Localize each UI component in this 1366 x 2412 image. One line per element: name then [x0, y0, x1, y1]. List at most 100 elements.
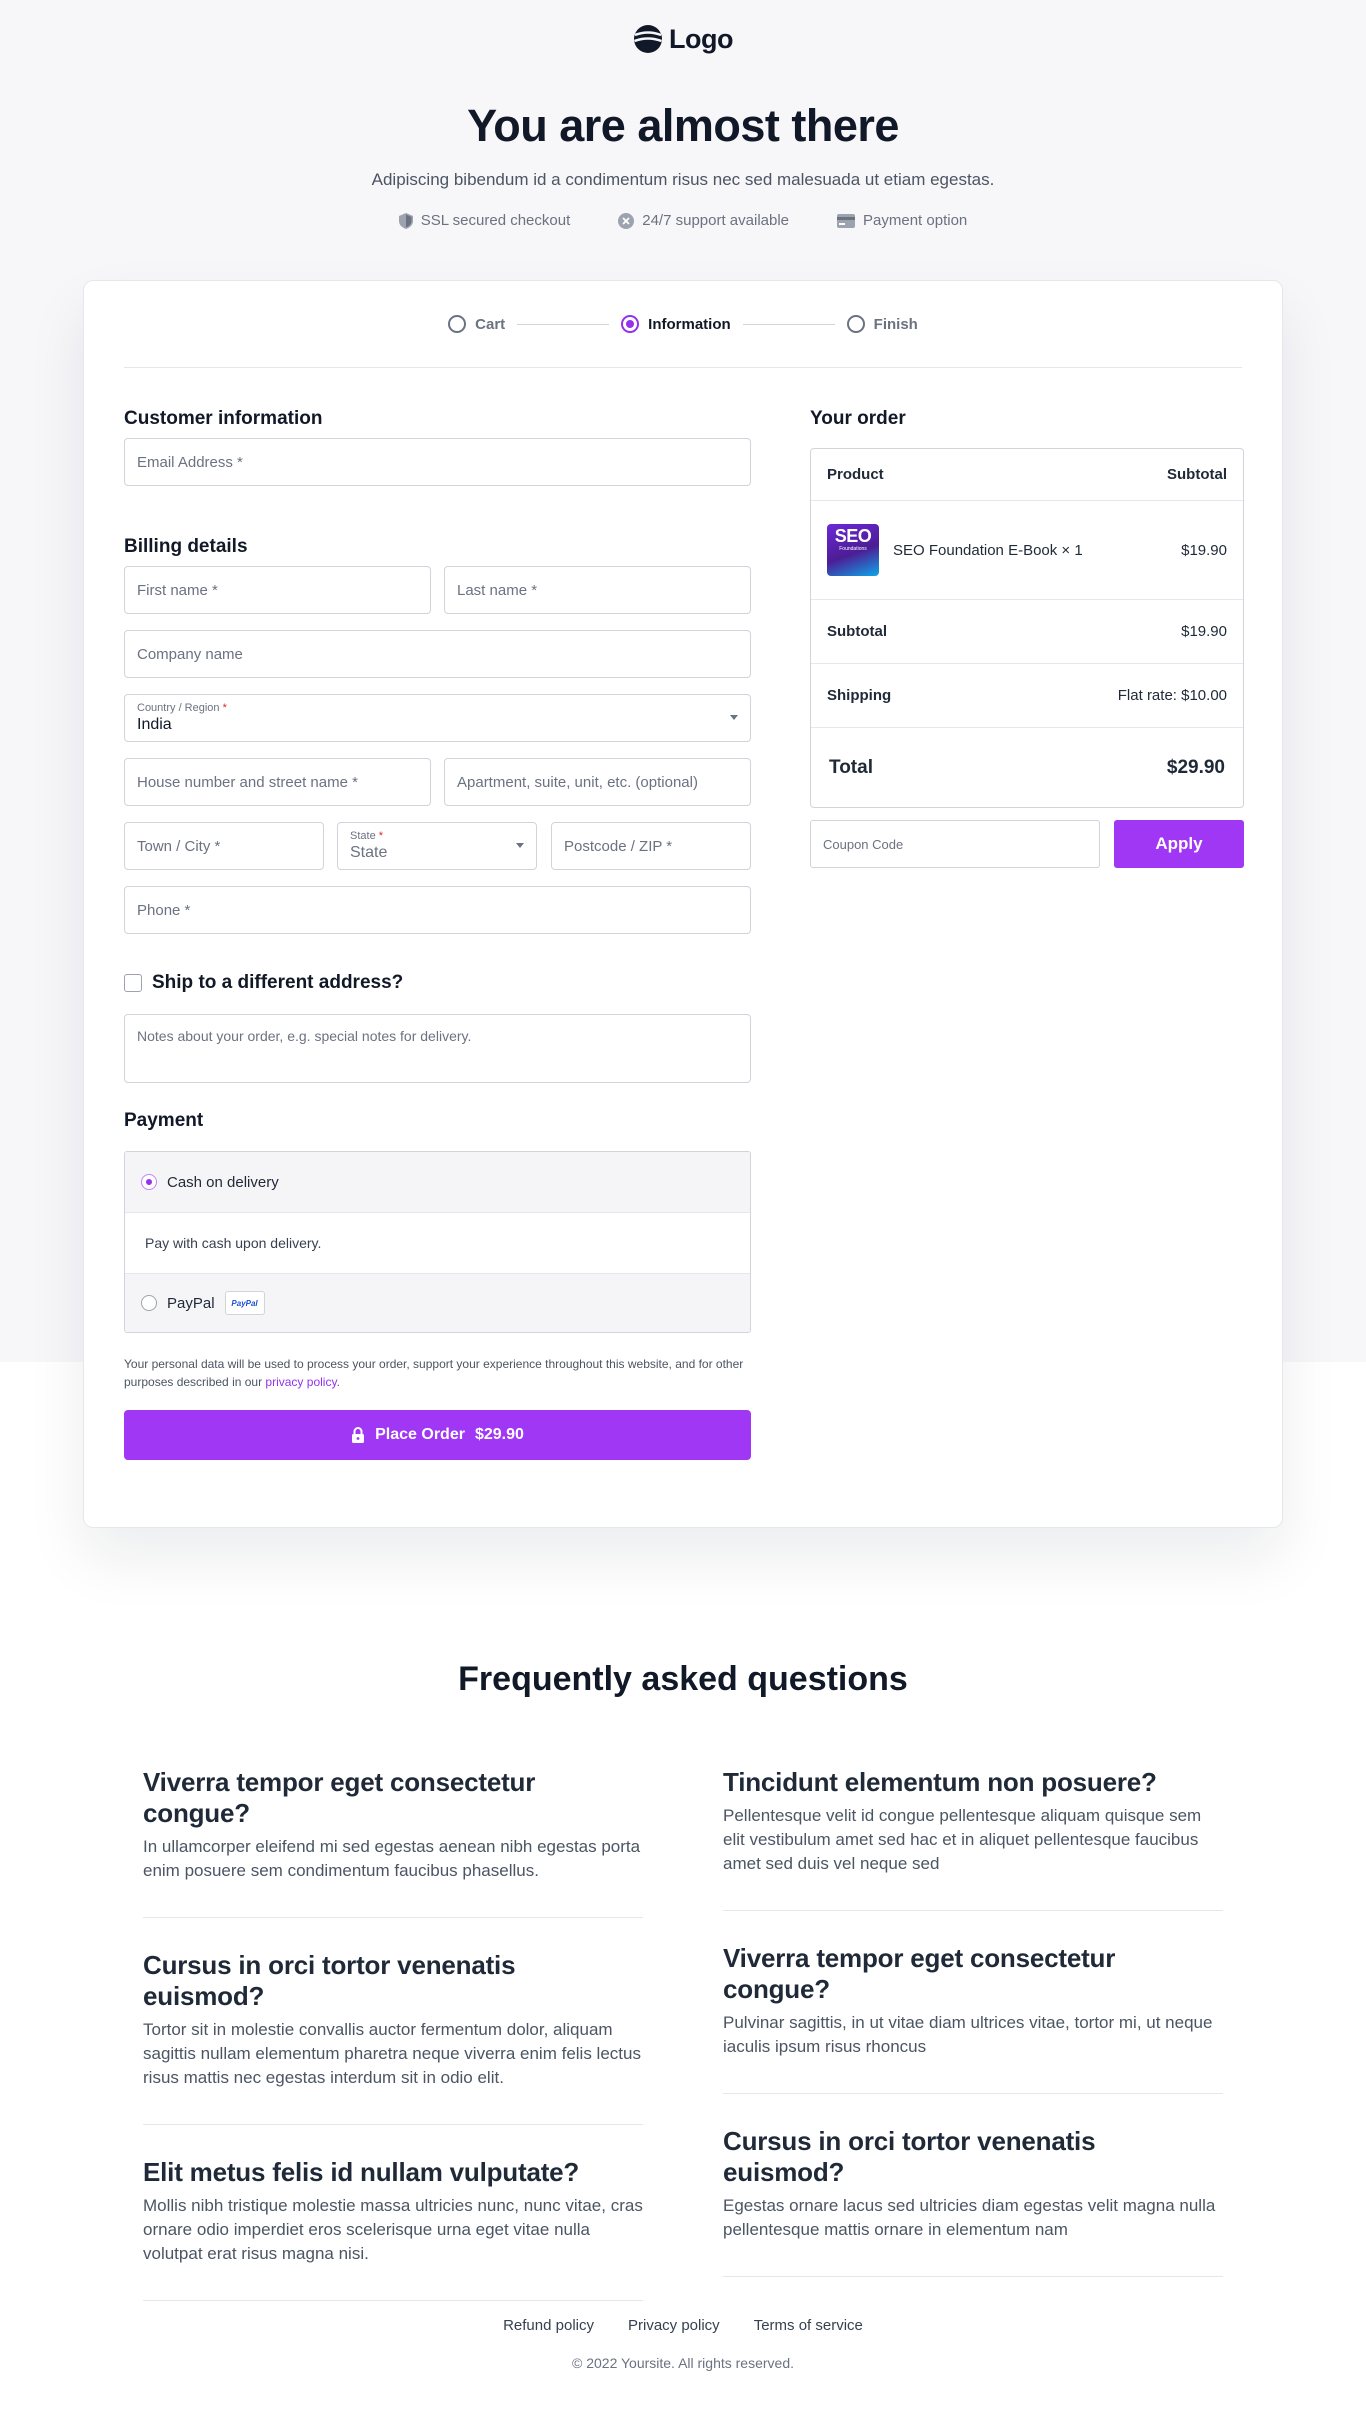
- faq-item[interactable]: Cursus in orci tortor venenatis euismod?…: [723, 2126, 1223, 2277]
- footer-link-privacy[interactable]: Privacy policy: [628, 2317, 720, 2334]
- step-finish[interactable]: Finish: [846, 315, 918, 333]
- faq-answer: In ullamcorper eleifend mi sed egestas a…: [143, 1837, 641, 1880]
- place-order-amount: $29.90: [474, 1426, 524, 1443]
- shipping-label: Shipping: [827, 687, 892, 704]
- payment-cod-option[interactable]: Cash on delivery: [125, 1152, 750, 1213]
- faq-item[interactable]: Viverra tempor eget consectetur congue? …: [723, 1943, 1223, 2094]
- country-value: India: [137, 716, 172, 733]
- chevron-down-icon: [516, 843, 524, 848]
- trust-ssl-label: SSL secured checkout: [420, 212, 571, 229]
- state-label-wrap: State *: [350, 830, 383, 842]
- step-information-circle-icon: [621, 315, 640, 333]
- subtotal-value: $19.90: [1181, 623, 1227, 640]
- apply-coupon-button[interactable]: Apply: [1114, 820, 1244, 868]
- your-order-title: Your order: [810, 408, 906, 429]
- privacy-end: .: [336, 1375, 340, 1389]
- lock-icon: [352, 1427, 365, 1443]
- country-select[interactable]: Country / Region * India: [124, 694, 751, 742]
- ship-different-row[interactable]: Ship to a different address?: [124, 972, 403, 994]
- step-cart-label: Cart: [475, 315, 506, 333]
- street-field[interactable]: House number and street name *: [124, 758, 431, 806]
- faq-question: Elit metus felis id nullam vulputate?: [143, 2157, 580, 2187]
- faq-column-right: Tincidunt elementum non posuere? Pellent…: [723, 1767, 1223, 2309]
- order-summary-table: Product Subtotal SEO Foundations SEO Fou…: [810, 448, 1244, 808]
- state-label: State: [350, 830, 376, 842]
- place-order-button[interactable]: Place Order $29.90: [124, 1410, 751, 1460]
- faq-question: Viverra tempor eget consectetur congue?: [143, 1767, 536, 1828]
- faq-title: Frequently asked questions: [458, 1660, 908, 1698]
- step-cart-circle-icon: [448, 315, 467, 333]
- page-title: You are almost there: [467, 100, 899, 151]
- country-label-wrap: Country / Region *: [137, 702, 227, 714]
- faq-answer: Pellentesque velit id congue pellentesqu…: [723, 1806, 1202, 1873]
- state-select[interactable]: State * State: [337, 822, 537, 870]
- ship-different-checkbox[interactable]: [124, 974, 142, 992]
- order-shipping-row: Shipping Flat rate: $10.00: [811, 664, 1243, 728]
- logo-text: Logo: [669, 23, 733, 54]
- step-divider: [517, 323, 610, 325]
- trust-ssl: SSL secured checkout: [398, 212, 571, 229]
- last-name-placeholder: Last name *: [457, 581, 538, 599]
- product-price: $19.90: [1181, 541, 1227, 559]
- product-thumb-sub: Foundations: [839, 546, 867, 552]
- page-subtitle: Adipiscing bibendum id a condimentum ris…: [371, 170, 995, 189]
- faq-question: Cursus in orci tortor venenatis euismod?: [143, 1950, 516, 2011]
- coupon-input[interactable]: Coupon Code: [810, 820, 1100, 868]
- state-value: State: [350, 844, 388, 861]
- chevron-down-icon: [730, 715, 738, 720]
- logo[interactable]: Logo: [633, 24, 733, 55]
- faq-question: Viverra tempor eget consectetur congue?: [723, 1943, 1116, 2004]
- faq-item[interactable]: Elit metus felis id nullam vulputate? Mo…: [143, 2157, 643, 2301]
- payment-title: Payment: [124, 1110, 204, 1131]
- trust-support: 24/7 support available: [618, 212, 789, 229]
- privacy-policy-link[interactable]: privacy policy: [265, 1375, 336, 1389]
- step-information[interactable]: Information: [621, 315, 731, 333]
- street-placeholder: House number and street name *: [137, 773, 358, 791]
- first-name-field[interactable]: First name *: [124, 566, 431, 614]
- footer-link-refund[interactable]: Refund policy: [503, 2317, 594, 2334]
- required-mark: *: [222, 702, 227, 714]
- order-col-subtotal: Subtotal: [1167, 466, 1227, 483]
- step-cart[interactable]: Cart: [448, 315, 505, 333]
- faq-answer: Egestas ornare lacus sed ultricies diam …: [723, 2196, 1216, 2239]
- cod-radio[interactable]: [141, 1174, 157, 1190]
- faq-question: Cursus in orci tortor venenatis euismod?: [723, 2126, 1096, 2187]
- shield-icon: [398, 212, 413, 229]
- email-field[interactable]: Email Address *: [124, 438, 751, 486]
- step-divider: [742, 323, 835, 325]
- product-thumbnail: SEO Foundations: [827, 524, 879, 576]
- faq-answer: Tortor sit in molestie convallis auctor …: [143, 2020, 641, 2087]
- paypal-radio[interactable]: [141, 1295, 157, 1311]
- paypal-label: PayPal: [167, 1294, 215, 1312]
- faq-item[interactable]: Tincidunt elementum non posuere? Pellent…: [723, 1767, 1223, 1911]
- logo-mark-icon: [634, 25, 662, 53]
- faq-item[interactable]: Viverra tempor eget consectetur congue? …: [143, 1767, 643, 1918]
- cod-label: Cash on delivery: [167, 1173, 279, 1191]
- faq-answer: Mollis nibh tristique molestie massa ult…: [143, 2196, 643, 2263]
- last-name-field[interactable]: Last name *: [444, 566, 751, 614]
- apartment-field[interactable]: Apartment, suite, unit, etc. (optional): [444, 758, 751, 806]
- order-total-row: Total $29.90: [811, 728, 1243, 807]
- shipping-value: Flat rate: $10.00: [1117, 687, 1227, 704]
- order-notes-textarea[interactable]: Notes about your order, e.g. special not…: [124, 1014, 751, 1083]
- total-value: $29.90: [1166, 756, 1225, 778]
- total-label: Total: [829, 756, 873, 778]
- step-information-label: Information: [648, 315, 731, 333]
- logo-row: Logo: [0, 0, 1366, 58]
- payment-paypal-option[interactable]: PayPal PayPal: [125, 1274, 750, 1332]
- privacy-notice: Your personal data will be used to proce…: [124, 1355, 751, 1391]
- company-field[interactable]: Company name: [124, 630, 751, 678]
- trust-payment-label: Payment option: [863, 212, 968, 229]
- page: Logo You are almost there Adipiscing bib…: [0, 0, 1366, 2371]
- copyright: © 2022 Yoursite. All rights reserved.: [572, 2355, 794, 2371]
- postcode-field[interactable]: Postcode / ZIP *: [551, 822, 751, 870]
- payment-methods: Cash on delivery Pay with cash upon deli…: [124, 1151, 751, 1333]
- ship-different-label: Ship to a different address?: [152, 972, 404, 993]
- footer-link-terms[interactable]: Terms of service: [754, 2317, 863, 2334]
- apartment-placeholder: Apartment, suite, unit, etc. (optional): [457, 773, 698, 791]
- trust-payment: Payment option: [837, 212, 967, 229]
- phone-field[interactable]: Phone *: [124, 886, 751, 934]
- town-field[interactable]: Town / City *: [124, 822, 324, 870]
- faq-item[interactable]: Cursus in orci tortor venenatis euismod?…: [143, 1950, 643, 2125]
- order-notes-placeholder: Notes about your order, e.g. special not…: [137, 1028, 472, 1044]
